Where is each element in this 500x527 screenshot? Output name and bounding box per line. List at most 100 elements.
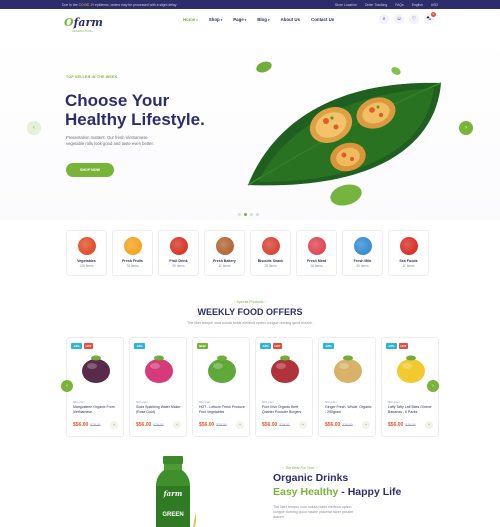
user-icon[interactable]: ☺ [394,14,404,24]
nav-shop[interactable]: Shop▾ [209,17,223,22]
product-old-price: $79.00 [153,423,164,427]
shop-now-button[interactable]: SHOP NOW [66,163,114,177]
product-name[interactable]: Mangosteen Organic From VietNamese [73,405,121,414]
category-card[interactable]: Biscuits Snack 25 Items [250,230,291,276]
product-image [208,355,236,383]
add-to-cart-icon[interactable]: + [236,421,244,429]
product-name[interactable]: Laffy Taffy Laff Bites Gimme Bananas - 6… [388,405,436,414]
product-tag: HOT [83,343,94,349]
category-name: Fruit Drink [169,259,188,263]
add-to-cart-icon[interactable]: + [425,421,433,429]
product-price: $56.00 $79.00 [136,422,164,428]
category-image [169,237,188,255]
bottle-label: farm [163,489,183,498]
category-card[interactable]: Fresh Bakery 11 Items [204,230,245,276]
nav-blog[interactable]: Blog▾ [257,17,269,22]
category-count: 25 Items [264,264,277,268]
logo-initial: O [64,16,74,29]
product-image [145,355,173,383]
notice-prefix: Due to the [62,2,78,7]
category-image [215,237,234,255]
bottle-sublabel: GREEN [162,512,183,518]
product-old-price: $79.00 [279,423,290,427]
product-price: $56.00 $79.00 [388,422,416,428]
currency-select[interactable]: USD [431,3,438,7]
faqs-link[interactable]: FAQs [395,3,403,7]
category-image [261,237,280,255]
product-card[interactable]: -18% 500 gram Ginger Fresh, Whole, Organic… [318,337,376,437]
product-name[interactable]: Ginger Fresh, Whole, Organic - 250gram [325,405,373,414]
slide-dot-active[interactable] [244,213,247,216]
product-list: -18% HOT 500 gram Mangosteen Organic From V… [66,337,439,437]
drinks-title: Organic Drinks [273,472,349,484]
product-name[interactable]: Soda Sparkling Water Maker (Rose Gold) [136,405,184,414]
category-card[interactable]: Sea Foods 11 Items [388,230,429,276]
product-image [397,355,425,383]
product-tags: -18% HOT [386,343,409,349]
weekly-title: WEEKLY FOOD OFFERS [197,307,303,317]
heart-icon[interactable]: ♡ [409,14,419,24]
site-logo[interactable]: Ofarm ORGANIC FOOD [64,13,104,33]
store-location-link[interactable]: Store Location [335,3,357,7]
notice-highlight[interactable]: COVID 19 [79,3,94,7]
product-weight: 500 gram [388,400,400,404]
category-image [353,237,372,255]
category-image [123,237,142,255]
category-card[interactable]: Fresh Meat 16 Items [296,230,337,276]
hero-prev-arrow-icon[interactable]: ‹ [27,121,41,135]
category-name: Sea Foods [399,259,418,263]
add-to-cart-icon[interactable]: + [173,421,181,429]
product-tag: HOT [272,343,283,349]
cart-count-badge: 0 [431,12,436,17]
nav-page[interactable]: Page▾ [233,17,246,22]
nav-contact[interactable]: Contact Us [311,17,334,22]
product-price: $56.00 $79.00 [199,422,227,428]
drinks-subtitle: Easy Healthy - Happy Life [273,486,402,498]
product-tag: -18% [134,343,145,349]
hero-slider: TOP SELLER IN THE WEEK Choose Your Healt… [0,35,500,220]
category-card[interactable]: Fruit Drink 99 Items [158,230,199,276]
language-select[interactable]: English [412,3,423,7]
product-image [271,355,299,383]
category-image [307,237,326,255]
category-name: Fresh Milk [353,259,372,263]
products-prev-arrow-icon[interactable]: ‹ [61,380,73,392]
category-card[interactable]: Vegetables 126 Items [66,230,107,276]
search-icon[interactable]: ⌕ [379,14,389,24]
category-name: Fresh Meat [307,259,326,263]
product-tag: NEW [197,343,208,349]
slide-dot[interactable] [238,213,241,216]
product-card[interactable]: -18% HOT 500 gram Mangosteen Organic From V… [66,337,124,437]
product-name[interactable]: Pure Irish Organic Beef Quarter Pounder … [262,405,310,414]
category-count: 11 Items [218,264,231,268]
category-count: 99 Items [172,264,185,268]
product-name[interactable]: HOT - Lettuce Fresh Produce Fruit Vegeta… [199,405,247,414]
nav-about[interactable]: About Us [281,17,301,22]
category-card[interactable]: Fresh Fruits 78 Items [112,230,153,276]
nav-home[interactable]: Home▾ [183,17,198,22]
slide-dot[interactable] [256,213,259,216]
top-notice-bar: Due to the COVID 19 epidemic, orders may… [0,0,500,9]
add-to-cart-icon[interactable]: + [362,421,370,429]
category-count: 30 Items [356,264,369,268]
category-image [399,237,418,255]
logo-tagline: ORGANIC FOOD [72,30,93,33]
product-card[interactable]: -18% HOT 500 gram Pure Irish Organic Beef Q… [255,337,313,437]
add-to-cart-icon[interactable]: + [299,421,307,429]
products-next-arrow-icon[interactable]: › [427,380,439,392]
hero-description: Presentation matters. Our fresh Vietname… [66,135,154,146]
cart-icon[interactable]: ⛍ 0 [424,12,436,24]
product-card[interactable]: -18% 500 gram Soda Sparkling Water Maker (… [129,337,187,437]
product-card[interactable]: NEW 500 gram HOT - Lettuce Fresh Produce F… [192,337,250,437]
product-tag: -18% [386,343,397,349]
category-image [77,237,96,255]
weekly-subtitle: The liber tempor cum soluta nobis eleife… [187,321,313,325]
product-old-price: $79.00 [405,423,416,427]
product-weight: 500 gram [73,400,85,404]
order-tracking-link[interactable]: Order Tracking [365,3,387,7]
slide-dot[interactable] [250,213,253,216]
add-to-cart-icon[interactable]: + [110,421,118,429]
category-card[interactable]: Fresh Milk 30 Items [342,230,383,276]
product-weight: 500 gram [262,400,274,404]
hero-next-arrow-icon[interactable]: › [459,121,473,135]
